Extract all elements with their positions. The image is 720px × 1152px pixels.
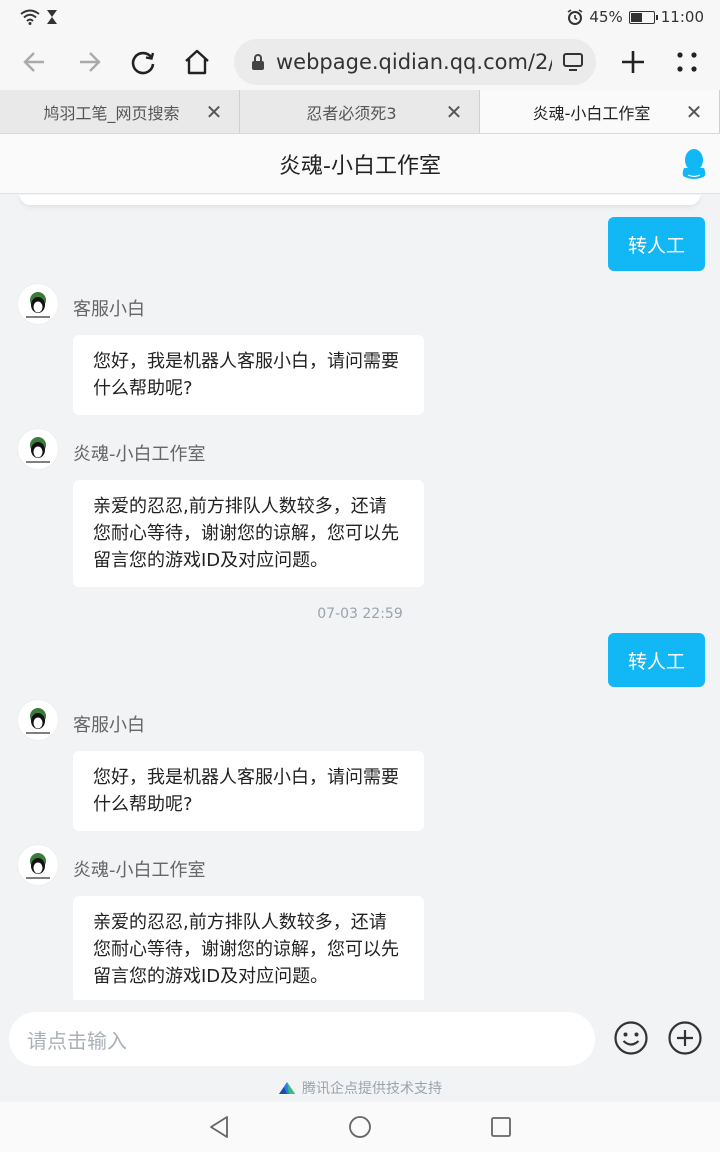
page-title: 炎魂-小白工作室	[279, 153, 441, 179]
penguin-avatar-icon	[26, 708, 50, 734]
forward-button[interactable]	[62, 40, 116, 84]
url-bar[interactable]: webpage.qidian.qq.com/2/	[234, 39, 596, 85]
tab-title: 炎魂-小白工作室	[532, 103, 651, 123]
menu-button[interactable]	[660, 40, 714, 84]
sender-name: 炎魂-小白工作室	[73, 444, 206, 465]
back-button[interactable]	[8, 40, 62, 84]
home-button[interactable]	[170, 40, 224, 84]
tab-title: 鸠羽工笔_网页搜索	[43, 103, 180, 123]
browser-toolbar: webpage.qidian.qq.com/2/	[0, 34, 720, 90]
qidian-logo-icon	[279, 1082, 295, 1094]
user-message: 转人工	[607, 633, 705, 687]
battery-icon	[628, 10, 658, 24]
sender-name: 客服小白	[73, 299, 145, 320]
avatar	[17, 844, 59, 886]
emoji-icon[interactable]	[613, 1020, 649, 1056]
home-icon	[185, 49, 209, 75]
new-tab-button[interactable]	[606, 40, 660, 84]
tab-ninja[interactable]: 忍者必须死3 ✕	[240, 90, 480, 133]
reload-icon	[131, 51, 155, 75]
status-bar: 45% 11:00	[0, 0, 720, 34]
sender-name: 客服小白	[73, 715, 145, 736]
user-message: 转人工	[607, 217, 705, 271]
chat-header: 炎魂-小白工作室	[0, 134, 720, 194]
qq-penguin-icon[interactable]	[680, 148, 708, 180]
sender-name: 炎魂-小白工作室	[73, 860, 206, 881]
browser-tabs: 鸠羽工笔_网页搜索 ✕ 忍者必须死3 ✕ 炎魂-小白工作室 ✕	[0, 90, 720, 134]
avatar	[17, 699, 59, 741]
hourglass-icon	[47, 10, 57, 24]
nav-recents-icon[interactable]	[490, 1116, 512, 1138]
alarm-icon	[567, 9, 583, 25]
tab-title: 忍者必须死3	[306, 103, 397, 123]
message-timestamp: 07-03 22:59	[317, 606, 403, 622]
message-bubble: 您好，我是机器人客服小白，请问需要什么帮助呢?	[73, 335, 424, 415]
input-placeholder: 请点击输入	[27, 1028, 127, 1053]
battery-percent: 45%	[589, 8, 623, 26]
nav-home-icon[interactable]	[348, 1115, 372, 1139]
tab-studio[interactable]: 炎魂-小白工作室 ✕	[480, 90, 720, 133]
penguin-avatar-icon	[26, 437, 50, 463]
input-area: 请点击输入 腾讯企点提供技术支持	[0, 1000, 720, 1102]
header-shadow	[20, 195, 700, 205]
avatar	[17, 283, 59, 325]
reload-button[interactable]	[116, 40, 170, 84]
powered-by-text: 腾讯企点提供技术支持	[302, 1081, 442, 1097]
more-dots-icon	[677, 52, 697, 72]
status-right: 45% 11:00	[567, 8, 704, 26]
message-bubble: 亲爱的忍忍,前方排队人数较多，还请您耐心等待，谢谢您的谅解，您可以先留言您的游戏…	[73, 480, 424, 587]
penguin-avatar-icon	[26, 292, 50, 318]
plus-icon	[622, 51, 644, 73]
forward-arrow-icon	[80, 52, 101, 72]
nav-back-icon[interactable]	[208, 1115, 230, 1139]
clock: 11:00	[660, 8, 704, 26]
close-icon[interactable]: ✕	[443, 100, 465, 124]
chat-messages: 转人工 客服小白 您好，我是机器人客服小白，请问需要什么帮助呢? 炎魂-小白工作…	[0, 195, 720, 1000]
message-input[interactable]: 请点击输入	[9, 1012, 595, 1066]
message-bubble: 亲爱的忍忍,前方排队人数较多，还请您耐心等待，谢谢您的谅解，您可以先留言您的游戏…	[73, 896, 424, 1000]
url-text: webpage.qidian.qq.com/2/	[276, 50, 552, 74]
tab-search[interactable]: 鸠羽工笔_网页搜索 ✕	[0, 90, 240, 133]
battery-fill	[630, 12, 642, 22]
close-icon[interactable]: ✕	[203, 100, 225, 124]
avatar	[17, 428, 59, 470]
tabs-overview-icon[interactable]	[562, 52, 584, 72]
wifi-icon	[20, 9, 40, 25]
system-nav-bar	[0, 1102, 720, 1152]
back-arrow-icon	[23, 52, 44, 72]
status-left	[20, 9, 58, 25]
close-icon[interactable]: ✕	[683, 100, 705, 124]
message-bubble: 您好，我是机器人客服小白，请问需要什么帮助呢?	[73, 751, 424, 831]
add-attachment-icon[interactable]	[667, 1020, 703, 1056]
lock-icon	[252, 54, 264, 70]
powered-by: 腾讯企点提供技术支持	[0, 1078, 720, 1098]
penguin-avatar-icon	[26, 853, 50, 879]
